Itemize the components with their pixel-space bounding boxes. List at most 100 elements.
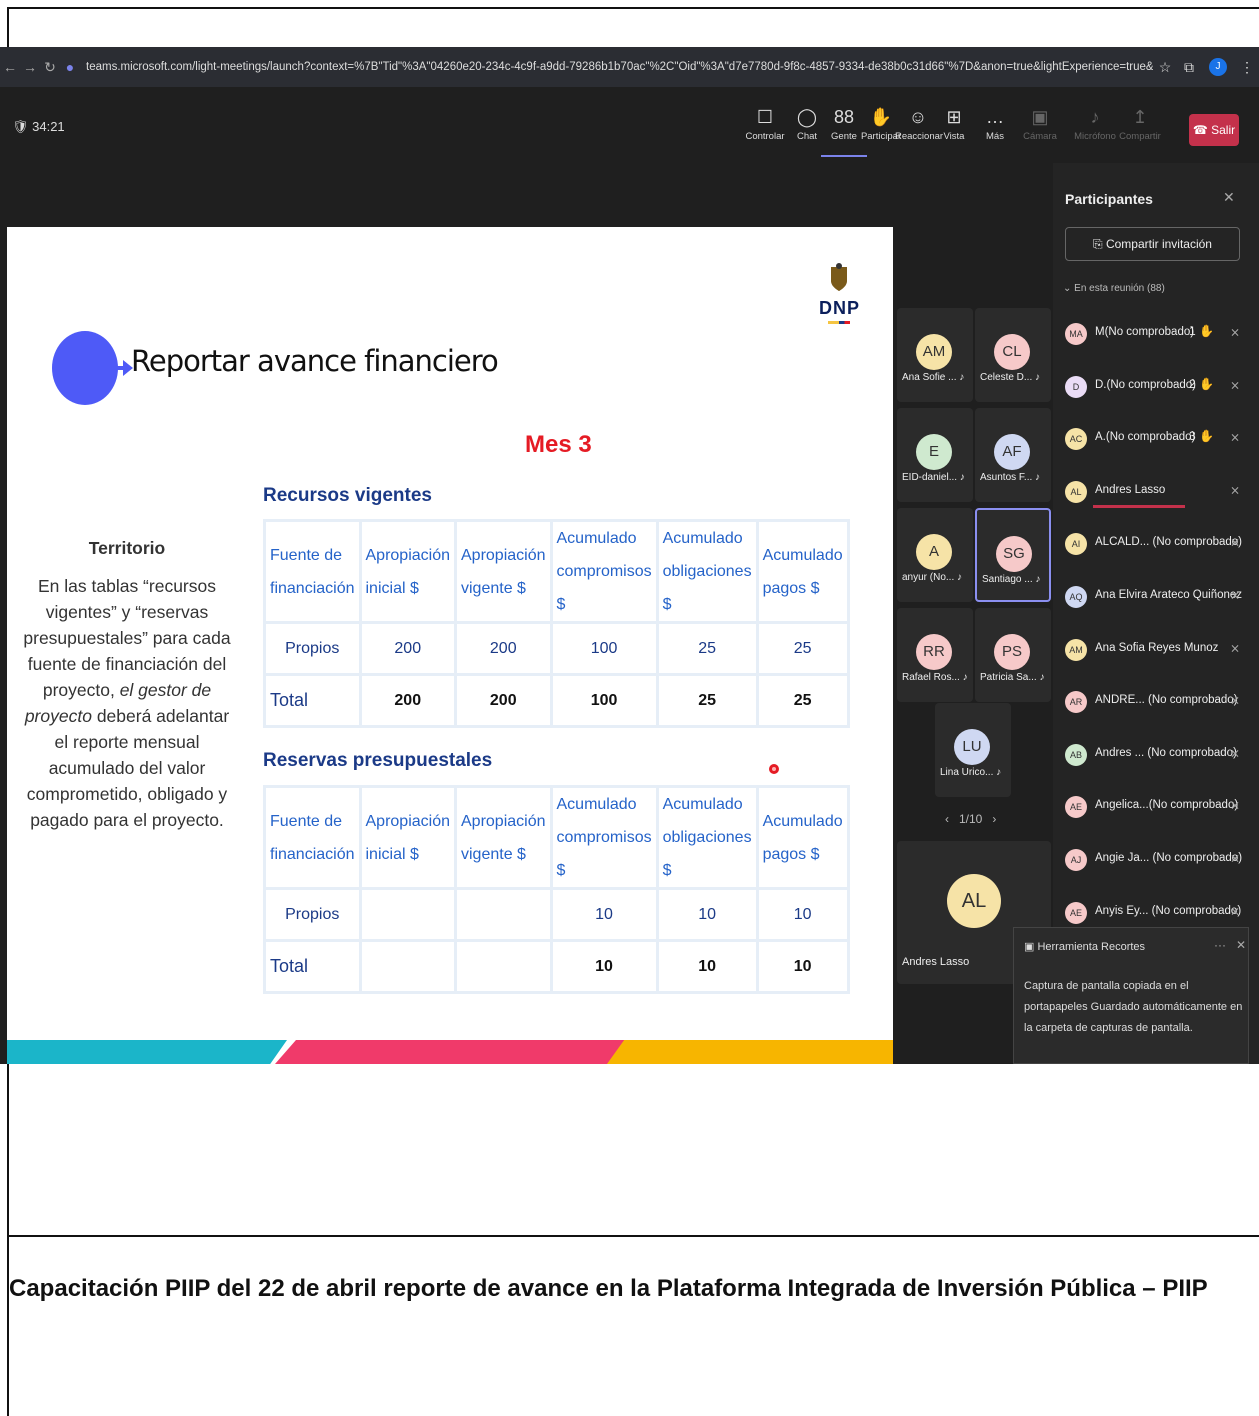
toolbar-compartir-button[interactable]: ↥ Compartir bbox=[1117, 107, 1163, 142]
toolbar-icon: … bbox=[986, 107, 1004, 127]
video-tile[interactable]: LU Lina Urico... ♪ bbox=[935, 703, 1011, 797]
reload-icon[interactable]: ↻ bbox=[40, 59, 60, 76]
participant-item[interactable]: D D.(No comprobado) 2 ✋ ⨯ bbox=[1065, 374, 1255, 404]
video-tile[interactable]: Aanyur (No... ♪ bbox=[897, 508, 973, 602]
address-bar[interactable]: teams.microsoft.com/light-meetings/launc… bbox=[86, 61, 1153, 73]
star-icon[interactable]: ☆ bbox=[1153, 59, 1177, 76]
close-icon[interactable]: ✕ bbox=[1223, 189, 1235, 206]
share-invite-button[interactable]: ⎘ Compartir invitación bbox=[1065, 227, 1240, 261]
toolbar-micrfono-button[interactable]: ♪ Micrófono bbox=[1072, 107, 1118, 142]
profile-avatar[interactable]: J bbox=[1209, 58, 1227, 76]
table-reservas: Fuente de financiación Apropiación inicia… bbox=[263, 785, 850, 994]
raised-hand-icon: 3 ✋ bbox=[1189, 429, 1214, 444]
participant-name: ANDRE... (No comprobado) bbox=[1095, 694, 1238, 707]
participant-item[interactable]: AI ALCALD... (No comprobado) ⨯ bbox=[1065, 531, 1255, 561]
video-tile[interactable]: PS Patricia Sa... ♪ bbox=[975, 608, 1051, 702]
mic-muted-icon: ⨯ bbox=[1230, 851, 1241, 865]
table-cell: 25 bbox=[655, 621, 759, 676]
mic-muted-icon: ⨯ bbox=[1230, 482, 1241, 497]
forward-icon[interactable]: → bbox=[20, 59, 40, 75]
underline-mark bbox=[1093, 504, 1185, 508]
participant-name: Andres Lasso bbox=[1095, 483, 1166, 496]
tile-name: Celeste D... ♪ bbox=[980, 372, 1041, 383]
raised-hand-icon: 1 ✋ bbox=[1189, 324, 1214, 338]
raised-hand-icon: 2 ✋ bbox=[1189, 376, 1214, 391]
participant-avatar: AR bbox=[1065, 691, 1087, 714]
toolbar-controlar-button[interactable]: ☐ Controlar bbox=[742, 107, 788, 142]
video-tile[interactable]: SG Santiago ... ♪ bbox=[975, 508, 1051, 602]
caption: Capacitación PIIP del 22 de abril report… bbox=[9, 1275, 1208, 1302]
column-header: Fuente de financiación bbox=[263, 785, 362, 890]
column-header: Acumulado obligaciones $ bbox=[655, 519, 759, 624]
participant-item[interactable]: AJ Angie Ja... (No comprobado) ⨯ bbox=[1065, 847, 1255, 877]
laser-pointer bbox=[769, 764, 779, 774]
tile-avatar: CL bbox=[994, 334, 1030, 370]
column-header: Acumulado compromisos $ bbox=[549, 519, 659, 624]
table-recursos-vigentes: Fuente de financiación Apropiación inicia… bbox=[263, 519, 850, 728]
extensions-icon[interactable]: ⧉ bbox=[1177, 59, 1201, 76]
table-cell: 200 bbox=[454, 621, 553, 676]
mic-muted-icon: ⨯ bbox=[1230, 535, 1241, 550]
site-info-icon[interactable]: ● bbox=[60, 59, 80, 75]
toolbar-label: Cámara bbox=[1023, 131, 1057, 142]
participant-avatar: AM bbox=[1065, 638, 1087, 661]
participant-avatar: AB bbox=[1065, 743, 1087, 766]
snipping-tool-toast: ▣ Herramienta Recortes ··· ✕ Captura de … bbox=[1013, 927, 1249, 1064]
toolbar-ms-button[interactable]: … Más bbox=[972, 107, 1018, 142]
toolbar-vista-button[interactable]: ⊞ Vista bbox=[931, 107, 977, 142]
video-tile[interactable]: E EID-daniel... ♪ bbox=[897, 408, 973, 502]
dnp-text: DNP bbox=[819, 298, 861, 318]
video-tile[interactable]: AM Ana Sofie ... ♪ bbox=[897, 308, 973, 402]
participant-item[interactable]: AL Andres Lasso ⨯ bbox=[1065, 479, 1255, 509]
participant-item[interactable]: AE Anyis Ey... (No comprobado) ⨯ bbox=[1065, 900, 1255, 930]
tile-avatar: A bbox=[916, 534, 952, 570]
participant-name: M(No comprobado) bbox=[1095, 326, 1195, 338]
mic-muted-icon: ⨯ bbox=[1230, 745, 1241, 760]
video-tile[interactable]: CL Celeste D... ♪ bbox=[975, 308, 1051, 402]
table-cell: 10 bbox=[755, 887, 850, 942]
participant-item[interactable]: AM Ana Sofia Reyes Munoz ⨯ bbox=[1065, 637, 1255, 667]
participant-item[interactable]: AR ANDRE... (No comprobado) ⨯ bbox=[1065, 689, 1255, 719]
toolbar-label: Más bbox=[986, 131, 1004, 142]
column-header: Apropiación inicial $ bbox=[358, 785, 457, 890]
participant-item[interactable]: MA M(No comprobado) 1 ✋ ⨯ bbox=[1065, 321, 1255, 351]
toast-close-icon[interactable]: ··· ✕ bbox=[1214, 938, 1246, 952]
tile-name: Patricia Sa... ♪ bbox=[980, 672, 1045, 683]
participant-avatar: AJ bbox=[1065, 849, 1087, 871]
mic-muted-icon: ⨯ bbox=[1230, 325, 1241, 339]
toolbar-label: Micrófono bbox=[1074, 131, 1116, 142]
tile-name: Lina Urico... ♪ bbox=[940, 767, 1002, 778]
table-row: Propios 10 10 10 bbox=[263, 887, 850, 942]
participant-avatar: AL bbox=[1065, 480, 1087, 503]
back-icon[interactable]: ← bbox=[0, 59, 20, 75]
participant-avatar: AE bbox=[1065, 901, 1087, 924]
table-cell bbox=[358, 887, 457, 942]
toolbar-cmara-button[interactable]: ▣ Cámara bbox=[1017, 107, 1063, 142]
participant-item[interactable]: AQ Ana Elvira Arateco Quiñonez ⨯ bbox=[1065, 584, 1255, 614]
browser-bar: ← → ↻ ● teams.microsoft.com/light-meetin… bbox=[0, 47, 1259, 87]
divider bbox=[7, 1235, 1259, 1237]
video-tile[interactable]: RR Rafael Ros... ♪ bbox=[897, 608, 973, 702]
table-cell bbox=[454, 939, 553, 994]
participant-item[interactable]: AC A.(No comprobado) 3 ✋ ⨯ bbox=[1065, 426, 1255, 456]
video-tile[interactable]: AF Asuntos F... ♪ bbox=[975, 408, 1051, 502]
mic-muted-icon: ⨯ bbox=[1230, 903, 1241, 918]
table-cell: 200 bbox=[358, 673, 457, 728]
toolbar-icon: ⊞ bbox=[946, 107, 962, 127]
participant-item[interactable]: AB Andres ... (No comprobado) ⨯ bbox=[1065, 742, 1255, 772]
participant-item[interactable]: AE Angelica...(No comprobado) ⨯ bbox=[1065, 794, 1255, 824]
panel-title: Participantes bbox=[1065, 191, 1153, 207]
tile-name: Santiago ... ♪ bbox=[982, 574, 1041, 585]
table1-title: Recursos vigentes bbox=[263, 485, 432, 506]
gallery-pager[interactable]: ‹ 1/10 › bbox=[945, 812, 996, 826]
mic-muted-icon: ⨯ bbox=[1230, 693, 1241, 708]
table-cell: 200 bbox=[454, 673, 553, 728]
table-cell: 25 bbox=[755, 621, 850, 676]
menu-icon[interactable]: ⋮ bbox=[1235, 59, 1259, 76]
participant-name: Angelica...(No comprobado) bbox=[1095, 799, 1239, 812]
table2-title: Reservas presupuestales bbox=[263, 750, 493, 771]
in-meeting-header[interactable]: ⌄ En esta reunión (88) bbox=[1063, 283, 1165, 294]
column-header: Apropiación inicial $ bbox=[358, 519, 457, 624]
table-cell: 10 bbox=[549, 939, 659, 994]
leave-button[interactable]: ☎ Salir bbox=[1189, 114, 1239, 146]
